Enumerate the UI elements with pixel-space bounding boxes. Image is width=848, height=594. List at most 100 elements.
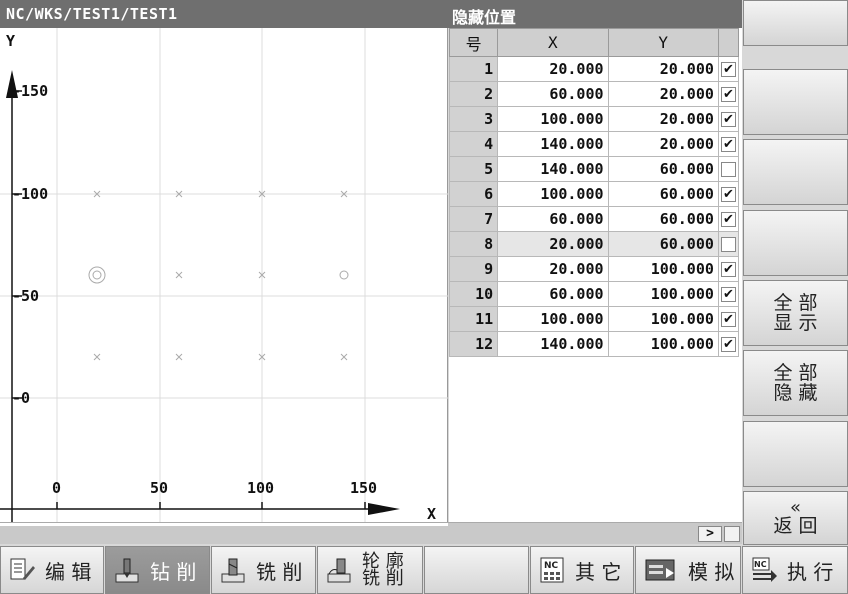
scroll-strip: > xyxy=(0,522,742,544)
title-bar: NC/WKS/TEST1/TEST1 隐藏位置 xyxy=(0,0,742,28)
hide-checkbox[interactable] xyxy=(720,237,736,252)
vertical-softkey-2[interactable] xyxy=(743,69,848,135)
hide-checkbox[interactable]: ✔ xyxy=(720,337,736,352)
vertical-softkey-3[interactable] xyxy=(743,139,848,205)
position-x-value: 60.000 xyxy=(497,81,609,107)
position-x-value: 20.000 xyxy=(497,231,609,257)
position-y-value: 20.000 xyxy=(607,106,719,132)
hide-cell: ✔ xyxy=(717,56,740,82)
vertical-softkey-7[interactable] xyxy=(743,421,848,487)
position-y-value: 100.000 xyxy=(607,331,719,357)
hide-cell: ✔ xyxy=(717,131,740,157)
table-row[interactable]: 5 140.000 60.000 xyxy=(448,156,740,182)
program-path: NC/WKS/TEST1/TEST1 xyxy=(6,5,178,23)
other-button[interactable]: NC 其 它 xyxy=(530,546,634,594)
table-row[interactable]: 4 140.000 20.000 ✔ xyxy=(448,131,740,157)
table-row[interactable]: 10 60.000 100.000 ✔ xyxy=(448,281,740,307)
hide-checkbox[interactable]: ✔ xyxy=(720,187,736,202)
position-x-value: 140.000 xyxy=(497,156,609,182)
hide-cell: ✔ xyxy=(717,106,740,132)
hide-checkbox[interactable]: ✔ xyxy=(720,62,736,77)
nc-execute-icon: NC xyxy=(752,557,777,582)
position-y-value: 20.000 xyxy=(607,131,719,157)
position-table: 号 X Y 1 20.000 20.000 ✔ 2 60.000 20.000 ✔ 3 100.0… xyxy=(448,28,740,357)
hide-cell: ✔ xyxy=(717,306,740,332)
table-row[interactable]: 11 100.000 100.000 ✔ xyxy=(448,306,740,332)
svg-text:NC: NC xyxy=(544,561,559,571)
position-x-value: 140.000 xyxy=(497,331,609,357)
contour-mill-icon xyxy=(327,558,351,583)
mill-button[interactable]: 铣 削 xyxy=(211,546,316,594)
position-y-value: 100.000 xyxy=(607,281,719,307)
position-number: 3 xyxy=(448,106,499,132)
table-row[interactable]: 7 60.000 60.000 ✔ xyxy=(448,206,740,232)
show-all-button[interactable]: 全 部 显 示 xyxy=(743,280,848,346)
hole-marker xyxy=(175,271,183,279)
back-button[interactable]: « 返 回 xyxy=(743,491,848,545)
hide-checkbox[interactable]: ✔ xyxy=(720,112,736,127)
hide-checkbox[interactable]: ✔ xyxy=(720,262,736,277)
drill-icon xyxy=(115,558,139,583)
table-row[interactable]: 6 100.000 60.000 ✔ xyxy=(448,181,740,207)
hide-checkbox[interactable]: ✔ xyxy=(720,312,736,327)
hide-checkbox[interactable]: ✔ xyxy=(720,212,736,227)
execute-button[interactable]: NC 执 行 xyxy=(742,546,848,594)
drill-button[interactable]: 钻 削 xyxy=(105,546,210,594)
position-number: 6 xyxy=(448,181,499,207)
hole-marker xyxy=(340,353,348,361)
position-number: 11 xyxy=(448,306,499,332)
position-number: 2 xyxy=(448,81,499,107)
column-header-hide xyxy=(717,28,740,57)
position-x-value: 20.000 xyxy=(497,256,609,282)
edit-button[interactable]: 编 辑 xyxy=(0,546,104,594)
hole-marker xyxy=(93,353,101,361)
vertical-softkey-1[interactable] xyxy=(743,0,848,46)
hide-checkbox[interactable] xyxy=(720,162,736,177)
hide-cell xyxy=(717,231,740,257)
horizontal-softkey-5[interactable] xyxy=(424,546,529,594)
position-y-value: 60.000 xyxy=(607,156,719,182)
position-x-value: 20.000 xyxy=(497,56,609,82)
double-chevron-left-icon: « xyxy=(789,497,801,518)
hide-checkbox[interactable]: ✔ xyxy=(720,87,736,102)
table-row[interactable]: 2 60.000 20.000 ✔ xyxy=(448,81,740,107)
position-y-value: 20.000 xyxy=(607,56,719,82)
vertical-softkey-4[interactable] xyxy=(743,210,848,276)
hide-cell: ✔ xyxy=(717,331,740,357)
contour-mill-button[interactable]: 轮 廓 铣 削 xyxy=(317,546,423,594)
hide-checkbox[interactable]: ✔ xyxy=(720,137,736,152)
position-x-value: 140.000 xyxy=(497,131,609,157)
table-row[interactable]: 3 100.000 20.000 ✔ xyxy=(448,106,740,132)
hide-checkbox[interactable]: ✔ xyxy=(720,287,736,302)
y-tick-label: -0 xyxy=(12,389,30,407)
hole-marker-hidden xyxy=(339,270,349,280)
table-row[interactable]: 12 140.000 100.000 ✔ xyxy=(448,331,740,357)
hide-all-button[interactable]: 全 部 隐 藏 xyxy=(743,350,848,416)
y-tick-label: -150 xyxy=(12,82,48,100)
x-axis-label: X xyxy=(427,505,436,522)
mill-icon xyxy=(221,558,245,583)
hide-cell: ✔ xyxy=(717,206,740,232)
column-header-x: X xyxy=(497,28,609,57)
table-row[interactable]: 8 20.000 60.000 xyxy=(448,231,740,257)
position-y-value: 100.000 xyxy=(607,256,719,282)
panel-title: 隐藏位置 xyxy=(452,8,517,27)
position-number: 1 xyxy=(448,56,499,82)
nc-other-icon: NC xyxy=(540,557,564,583)
position-y-value: 60.000 xyxy=(607,231,719,257)
x-tick-label: 150 xyxy=(350,479,377,497)
edit-icon xyxy=(10,558,35,580)
column-header-number: 号 xyxy=(448,28,499,57)
position-graphic-view[interactable]: Y X -150 -100 -50 -0 0 50 100 150 xyxy=(0,28,448,522)
position-number: 4 xyxy=(448,131,499,157)
scroll-right-button[interactable]: > xyxy=(698,526,722,542)
y-tick-label: -50 xyxy=(12,287,39,305)
simulate-button[interactable]: 模 拟 xyxy=(635,546,741,594)
scroll-end-button[interactable] xyxy=(724,526,740,542)
y-axis-label: Y xyxy=(6,32,15,50)
x-tick-label: 100 xyxy=(247,479,274,497)
position-number: 12 xyxy=(448,331,499,357)
table-row[interactable]: 9 20.000 100.000 ✔ xyxy=(448,256,740,282)
x-tick-label: 50 xyxy=(150,479,168,497)
table-row[interactable]: 1 20.000 20.000 ✔ xyxy=(448,56,740,82)
